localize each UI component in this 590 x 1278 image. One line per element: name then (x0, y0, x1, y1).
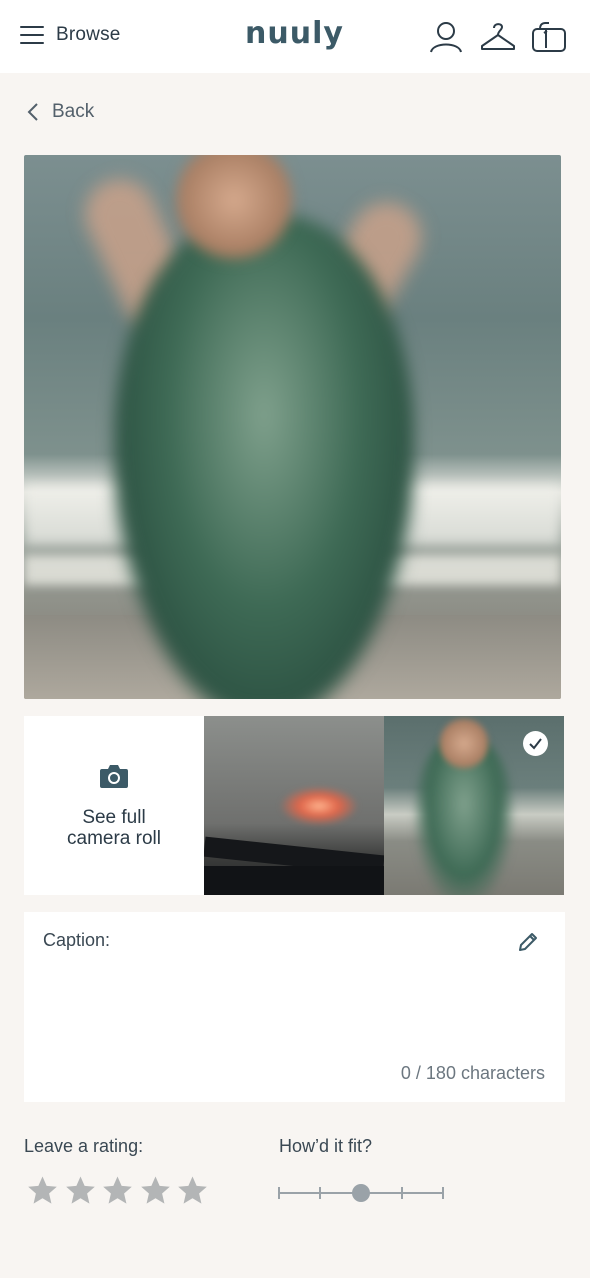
camera-roll-label: See full camera roll (67, 806, 161, 849)
nuuly-logo[interactable]: nuuly (245, 16, 344, 51)
fit-slider-tick (278, 1187, 280, 1199)
star-icon[interactable] (176, 1174, 209, 1207)
beach-dress-thumbnail[interactable] (384, 716, 564, 895)
star-icon[interactable] (139, 1174, 172, 1207)
browse-menu-button[interactable]: Browse (20, 24, 121, 46)
browse-label: Browse (56, 24, 121, 45)
account-icon[interactable] (427, 18, 465, 56)
back-label: Back (52, 101, 95, 122)
fit-label: How’d it fit? (279, 1136, 373, 1156)
star-rating (26, 1174, 214, 1207)
fit-slider-knob[interactable] (352, 1184, 370, 1202)
selected-photo-preview (24, 155, 561, 699)
top-nav-bar: Browse nuuly (0, 0, 590, 73)
back-link[interactable]: Back (24, 100, 94, 124)
selected-check-icon (523, 731, 548, 756)
fit-slider-tick (401, 1187, 403, 1199)
hamburger-icon (20, 26, 44, 44)
hanger-icon[interactable] (479, 18, 517, 56)
fit-slider[interactable] (278, 1180, 444, 1206)
star-icon[interactable] (64, 1174, 97, 1207)
character-count: 0 / 180 characters (400, 1063, 545, 1083)
bag-icon[interactable] (530, 18, 568, 56)
rainy-windshield-thumbnail[interactable] (204, 716, 384, 895)
rating-label: Leave a rating: (24, 1136, 144, 1156)
photo-thumbnail-strip: See full camera roll (24, 716, 564, 895)
chevron-left-icon (27, 103, 38, 121)
star-icon[interactable] (101, 1174, 134, 1207)
star-icon[interactable] (26, 1174, 59, 1207)
caption-input[interactable] (43, 964, 543, 1052)
see-camera-roll-button[interactable]: See full camera roll (24, 716, 204, 895)
fit-slider-tick (442, 1187, 444, 1199)
pencil-icon[interactable] (516, 930, 540, 954)
fit-slider-tick (319, 1187, 321, 1199)
caption-label: Caption: (43, 930, 111, 950)
camera-icon (100, 764, 128, 788)
caption-box: Caption: 0 / 180 characters (24, 912, 565, 1102)
